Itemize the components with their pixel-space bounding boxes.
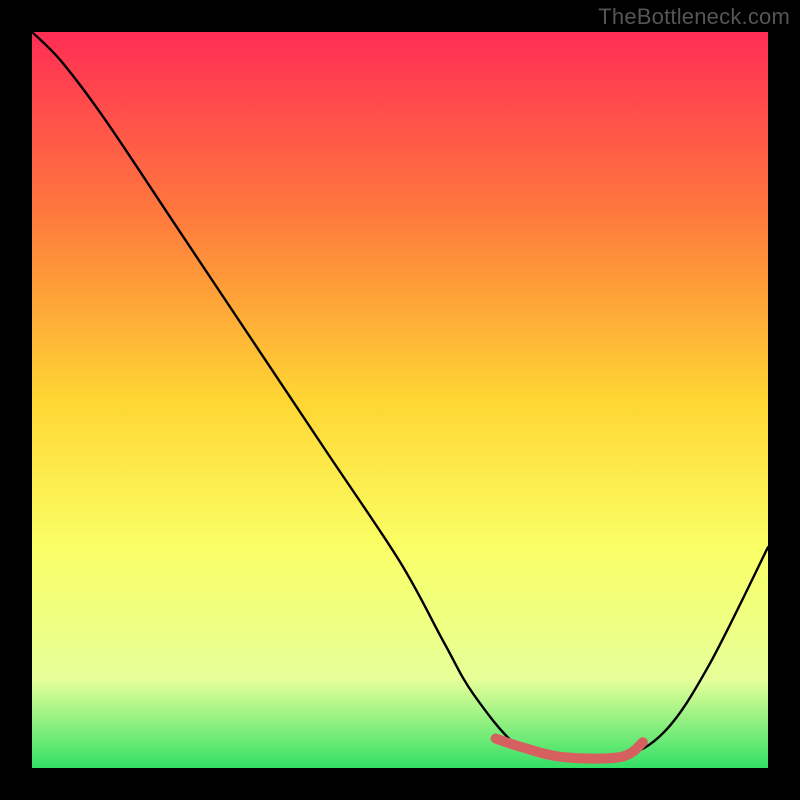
chart-svg [32, 32, 768, 768]
watermark-text: TheBottleneck.com [598, 4, 790, 30]
gradient-background [32, 32, 768, 768]
chart-plot-area [32, 32, 768, 768]
